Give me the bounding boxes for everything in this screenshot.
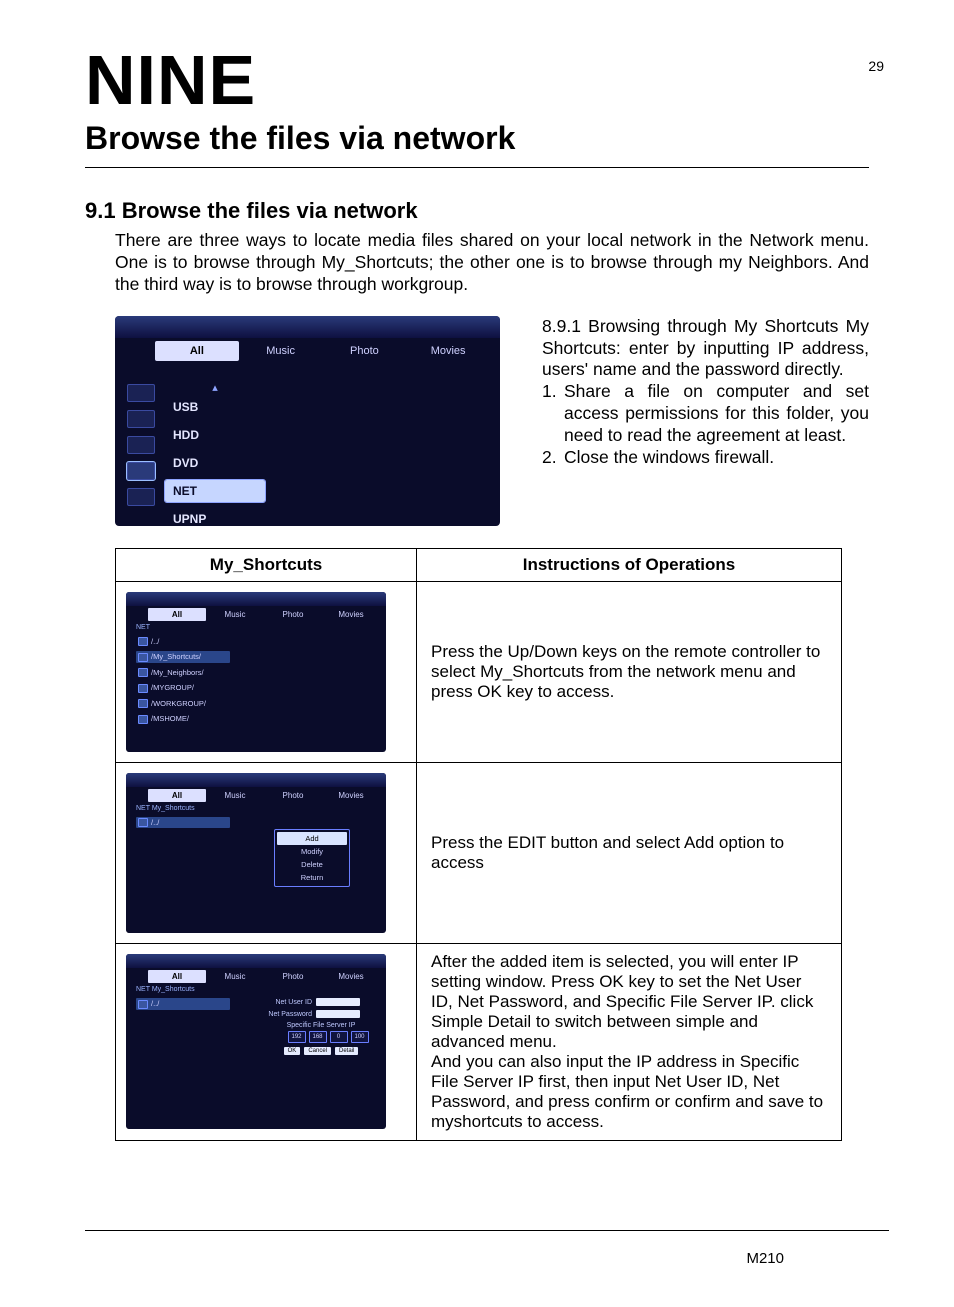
step1-screenshot: All Music Photo Movies NET /../ /My_Shor… <box>126 592 386 752</box>
intro-text: There are three ways to locate media fil… <box>115 230 869 296</box>
operations-table: My_Shortcuts Instructions of Operations … <box>115 548 842 1141</box>
tab-movies: Movies <box>406 341 490 361</box>
tab-all: All <box>155 341 239 361</box>
list-number: 2. <box>542 447 564 469</box>
table-row: All Music Photo Movies NET My_Shortcuts … <box>116 762 842 943</box>
ip-octet: 192 <box>288 1031 306 1043</box>
table-row: All Music Photo Movies NET /../ /My_Shor… <box>116 581 842 762</box>
table-header-instructions: Instructions of Operations <box>417 548 842 581</box>
chapter-heading: NINE <box>85 40 869 120</box>
list-item: /My_Shortcuts/ <box>136 651 230 663</box>
breadcrumb: NET <box>136 624 150 631</box>
list-item: /../ <box>136 817 230 829</box>
table-row: All Music Photo Movies NET My_Shortcuts … <box>116 943 842 1140</box>
menu-item-delete: Delete <box>277 858 347 871</box>
net-icon <box>127 462 155 480</box>
userid-field <box>316 998 360 1006</box>
ip-octet: 0 <box>330 1031 348 1043</box>
ip-form: Net User ID Net Password Specific File S… <box>266 998 376 1055</box>
list-item: /WORKGROUP/ <box>136 698 230 710</box>
side-usb: USB <box>165 396 265 418</box>
usb-port-icon <box>127 384 155 402</box>
side-hdd: HDD <box>165 424 265 446</box>
tab-all: All <box>148 608 206 621</box>
subsection-heading: 8.9.1 Browsing through My Shortcuts <box>542 316 838 336</box>
page-title: Browse the files via network <box>85 120 869 157</box>
label-userid: Net User ID <box>266 999 312 1006</box>
list-item: /../ <box>136 636 230 648</box>
tab-movies: Movies <box>322 789 380 802</box>
tab-photo: Photo <box>264 789 322 802</box>
ip-octet: 100 <box>351 1031 369 1043</box>
context-menu: Add Modify Delete Return <box>274 829 350 887</box>
step2-screenshot: All Music Photo Movies NET My_Shortcuts … <box>126 773 386 933</box>
tab-photo: Photo <box>323 341 407 361</box>
list-item-text: Share a file on computer and set access … <box>564 381 869 447</box>
section-heading: 9.1 Browse the files via network <box>85 198 869 224</box>
step3-screenshot: All Music Photo Movies NET My_Shortcuts … <box>126 954 386 1129</box>
list-item-text: Close the windows firewall. <box>564 447 774 469</box>
tab-all: All <box>148 789 206 802</box>
ok-button: OK <box>284 1047 301 1055</box>
step1-text: Press the Up/Down keys on the remote con… <box>417 581 842 762</box>
tab-music: Music <box>206 608 264 621</box>
breadcrumb: NET My_Shortcuts <box>136 986 195 993</box>
list-number: 1. <box>542 381 564 447</box>
divider <box>85 1230 889 1231</box>
step3-text: After the added item is selected, you wi… <box>417 943 842 1140</box>
aside-text: 8.9.1 Browsing through My Shortcuts My S… <box>542 316 869 526</box>
tab-photo: Photo <box>264 608 322 621</box>
arrow-up-icon: ▴ <box>165 384 265 392</box>
side-net: NET <box>165 480 265 502</box>
side-upnp: UPNP <box>165 508 265 526</box>
upnp-icon <box>127 488 155 506</box>
list-item: /MYGROUP/ <box>136 682 230 694</box>
tab-movies: Movies <box>322 970 380 983</box>
step2-text: Press the EDIT button and select Add opt… <box>417 762 842 943</box>
detail-button: Detail <box>335 1047 358 1055</box>
menu-item-add: Add <box>277 832 347 845</box>
label-serverip: Specific File Server IP <box>266 1022 376 1029</box>
footer-model: M210 <box>746 1250 784 1267</box>
tab-photo: Photo <box>264 970 322 983</box>
list-item: /MSHOME/ <box>136 713 230 725</box>
ip-octet: 168 <box>309 1031 327 1043</box>
divider <box>85 167 869 168</box>
main-screenshot: All Music Photo Movies ▴ USB HDD DVD NET… <box>115 316 500 526</box>
list-item: /My_Neighbors/ <box>136 667 230 679</box>
side-dvd: DVD <box>165 452 265 474</box>
menu-item-modify: Modify <box>277 845 347 858</box>
label-password: Net Password <box>266 1011 312 1018</box>
cancel-button: Cancel <box>304 1047 331 1055</box>
table-header-shortcuts: My_Shortcuts <box>116 548 417 581</box>
password-field <box>316 1010 360 1018</box>
dvd-icon <box>127 436 155 454</box>
tab-music: Music <box>239 341 323 361</box>
tab-music: Music <box>206 789 264 802</box>
hdd-icon <box>127 410 155 428</box>
tab-all: All <box>148 970 206 983</box>
tab-music: Music <box>206 970 264 983</box>
list-item: /../ <box>136 998 230 1010</box>
breadcrumb: NET My_Shortcuts <box>136 805 195 812</box>
page-number: 29 <box>868 58 884 74</box>
tab-movies: Movies <box>322 608 380 621</box>
menu-item-return: Return <box>277 871 347 884</box>
